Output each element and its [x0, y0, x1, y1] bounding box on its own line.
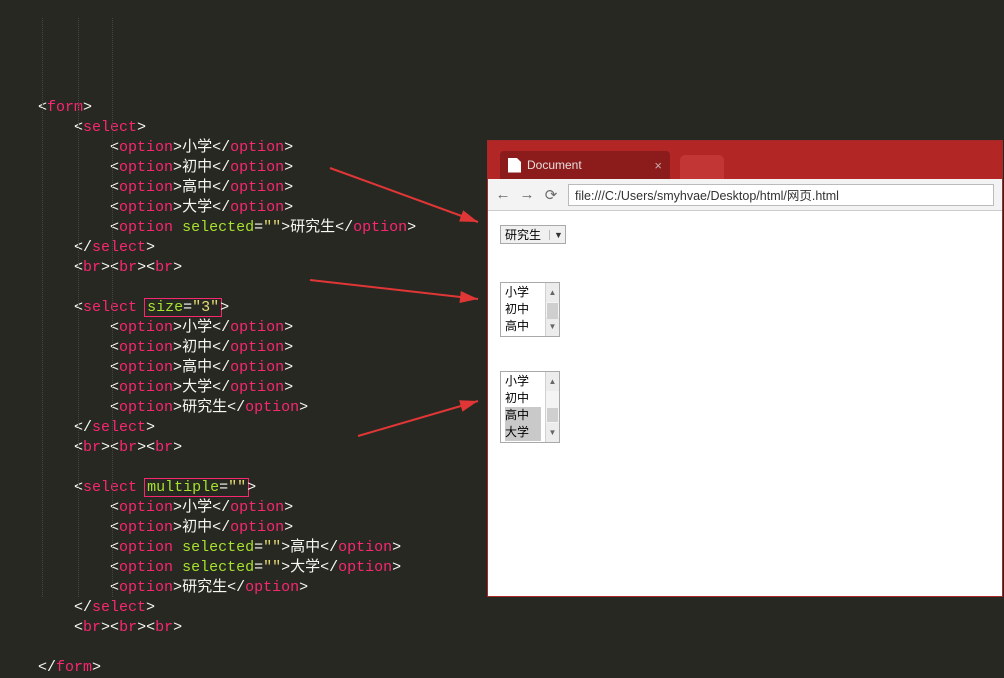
select-listbox-size3[interactable]: 小学 初中 高中 ▲ ▼ [500, 282, 560, 337]
list-item[interactable]: 高中 [505, 318, 541, 335]
list-item[interactable]: 初中 [505, 390, 541, 407]
browser-tab[interactable]: Document × [500, 151, 670, 179]
list-item[interactable]: 初中 [505, 301, 541, 318]
reload-icon[interactable]: ⟳ [544, 188, 558, 202]
list-item[interactable]: 大学 [505, 424, 541, 441]
scroll-down-icon[interactable]: ▼ [549, 424, 557, 441]
browser-window: Document × ← → ⟳ file:///C:/Users/smyhva… [487, 140, 1003, 597]
back-icon[interactable]: ← [496, 188, 510, 202]
highlight-size-attr: size="3" [144, 298, 222, 317]
select-dropdown[interactable]: 研究生 ▼ [500, 225, 566, 244]
select-value: 研究生 [505, 226, 541, 243]
chevron-down-icon: ▼ [549, 230, 563, 240]
url-bar[interactable]: file:///C:/Users/smyhvae/Desktop/html/网页… [568, 184, 994, 206]
list-item[interactable]: 小学 [505, 373, 541, 390]
browser-tabstrip: Document × [488, 141, 1002, 179]
scrollbar[interactable]: ▲ ▼ [545, 283, 559, 336]
code-editor: <form> <select> <option>小学</option> <opt… [0, 0, 490, 597]
url-text: file:///C:/Users/smyhvae/Desktop/html/网页… [575, 185, 839, 204]
list-item[interactable]: 高中 [505, 407, 541, 424]
scroll-up-icon[interactable]: ▲ [549, 373, 557, 390]
document-icon [508, 158, 521, 173]
page-viewport: 研究生 ▼ 小学 初中 高中 ▲ ▼ 小学 初中 高中 大学 [488, 211, 1002, 457]
scrollbar[interactable]: ▲ ▼ [545, 372, 559, 442]
scroll-up-icon[interactable]: ▲ [549, 284, 557, 301]
tab-title: Document [527, 158, 582, 172]
scroll-down-icon[interactable]: ▼ [549, 318, 557, 335]
select-listbox-multiple[interactable]: 小学 初中 高中 大学 ▲ ▼ [500, 371, 560, 443]
browser-toolbar: ← → ⟳ file:///C:/Users/smyhvae/Desktop/h… [488, 179, 1002, 211]
highlight-multiple-attr: multiple="" [144, 478, 249, 497]
forward-icon[interactable]: → [520, 188, 534, 202]
list-item[interactable]: 小学 [505, 284, 541, 301]
close-icon[interactable]: × [654, 158, 662, 173]
new-tab-button[interactable] [680, 155, 724, 179]
